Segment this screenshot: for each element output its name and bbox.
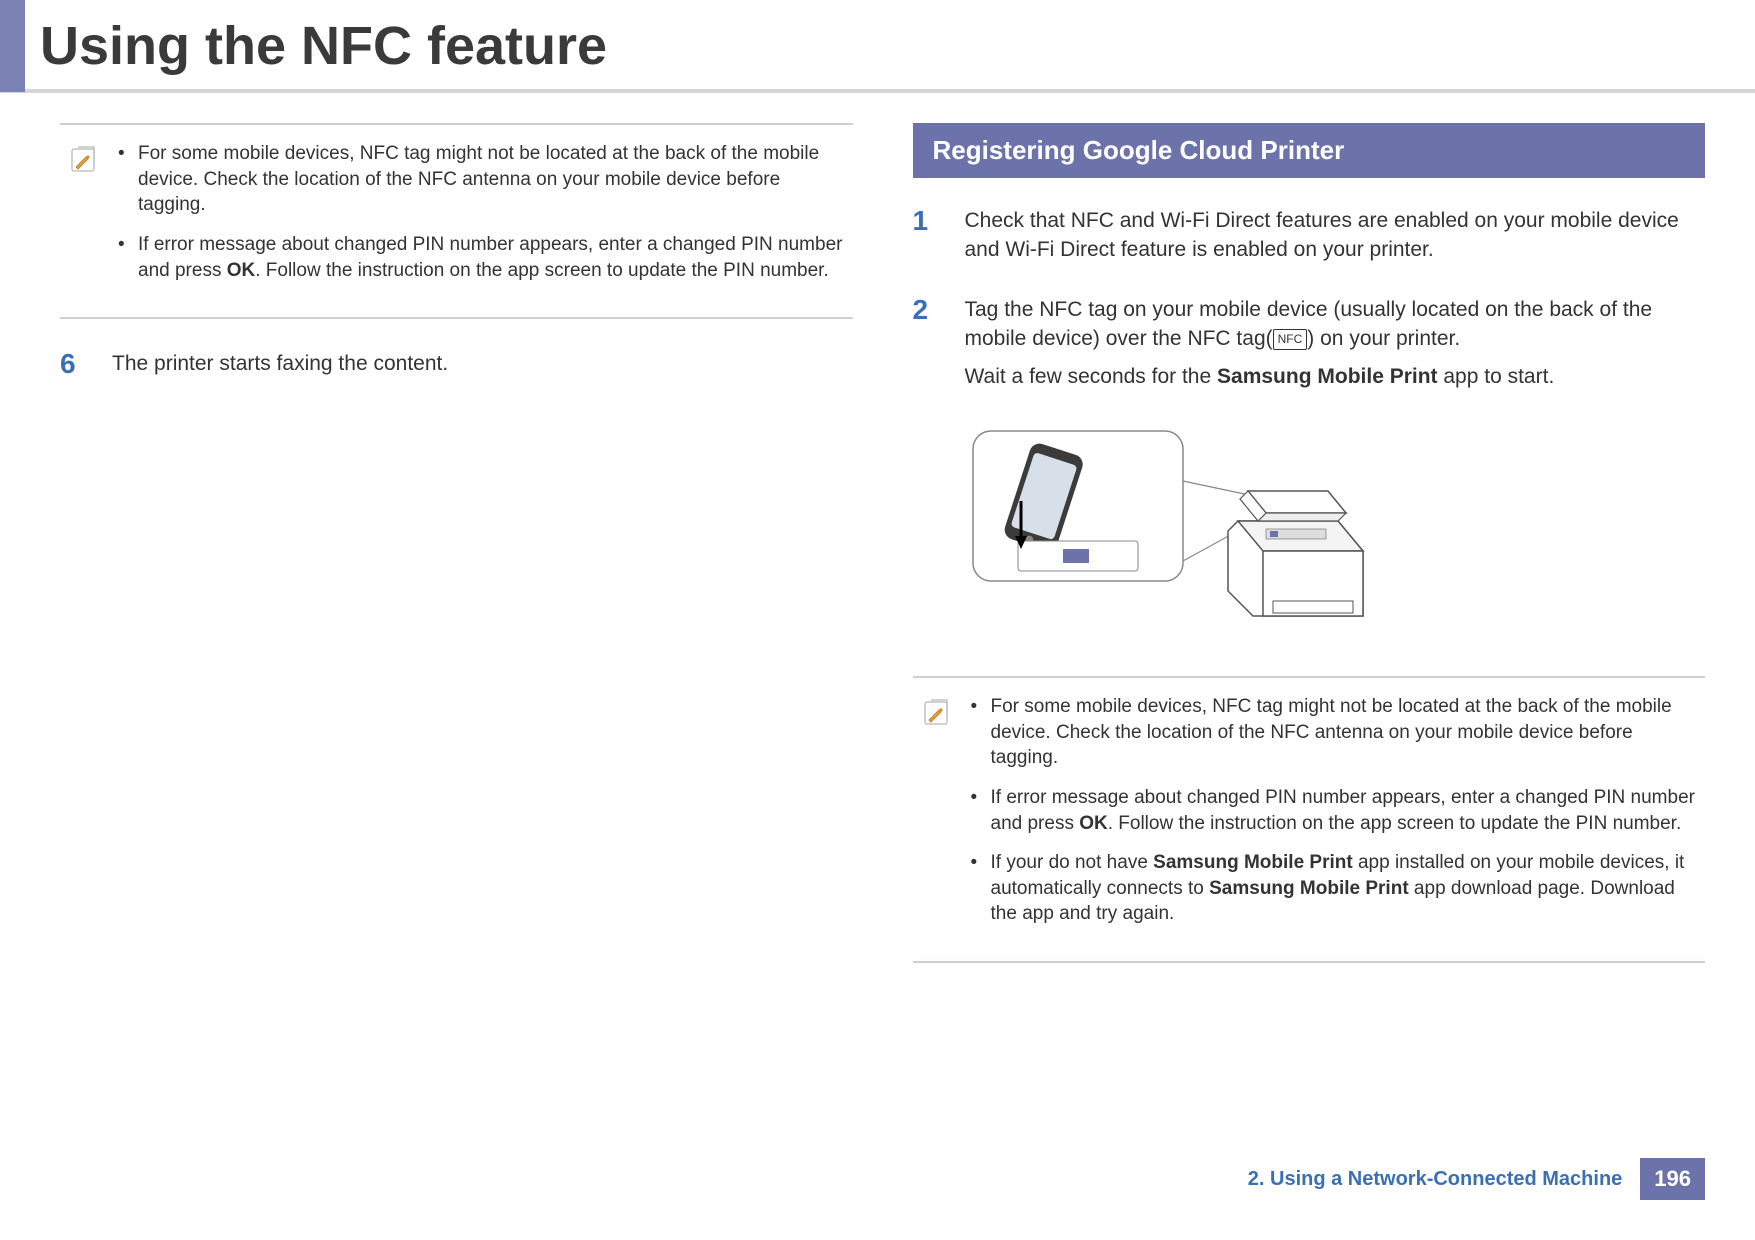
pencil-note-icon (921, 696, 953, 728)
step-6: 6 The printer starts faxing the content. (60, 349, 853, 386)
step-text: Tag the NFC tag on your mobile device (u… (965, 295, 1706, 399)
step-1: 1 Check that NFC and Wi-Fi Direct featur… (913, 206, 1706, 273)
page-number: 196 (1640, 1158, 1705, 1200)
page-title: Using the NFC feature (0, 0, 1755, 93)
note-box-right: For some mobile devices, NFC tag might n… (913, 676, 1706, 963)
note-item: If your do not have Samsung Mobile Print… (971, 850, 1698, 927)
left-column: For some mobile devices, NFC tag might n… (60, 123, 853, 993)
step-number: 6 (60, 349, 88, 380)
content-columns: For some mobile devices, NFC tag might n… (0, 93, 1755, 993)
note-icon-wrap (68, 141, 104, 180)
step-text: Check that NFC and Wi-Fi Direct features… (965, 206, 1706, 273)
step-number: 2 (913, 295, 941, 326)
note-item: For some mobile devices, NFC tag might n… (971, 694, 1698, 771)
note-item: If error message about changed PIN numbe… (118, 232, 845, 283)
note-body-right: For some mobile devices, NFC tag might n… (971, 694, 1698, 941)
note-icon-wrap (921, 694, 957, 733)
page-footer: 2. Using a Network-Connected Machine 196 (1248, 1158, 1705, 1200)
nfc-tag-icon: NFC (1273, 329, 1308, 350)
note-item: For some mobile devices, NFC tag might n… (118, 141, 845, 218)
section-heading: Registering Google Cloud Printer (913, 123, 1706, 178)
footer-chapter: 2. Using a Network-Connected Machine (1248, 1168, 1623, 1191)
note-box-left: For some mobile devices, NFC tag might n… (60, 123, 853, 319)
step-text: The printer starts faxing the content. (112, 349, 448, 386)
note-body-left: For some mobile devices, NFC tag might n… (118, 141, 845, 297)
step-number: 1 (913, 206, 941, 237)
title-accent-bar (0, 0, 25, 92)
step-2: 2 Tag the NFC tag on your mobile device … (913, 295, 1706, 399)
pencil-note-icon (68, 143, 100, 175)
right-column: Registering Google Cloud Printer 1 Check… (913, 123, 1706, 993)
note-item: If error message about changed PIN numbe… (971, 785, 1698, 836)
nfc-printer-illustration (963, 421, 1706, 656)
